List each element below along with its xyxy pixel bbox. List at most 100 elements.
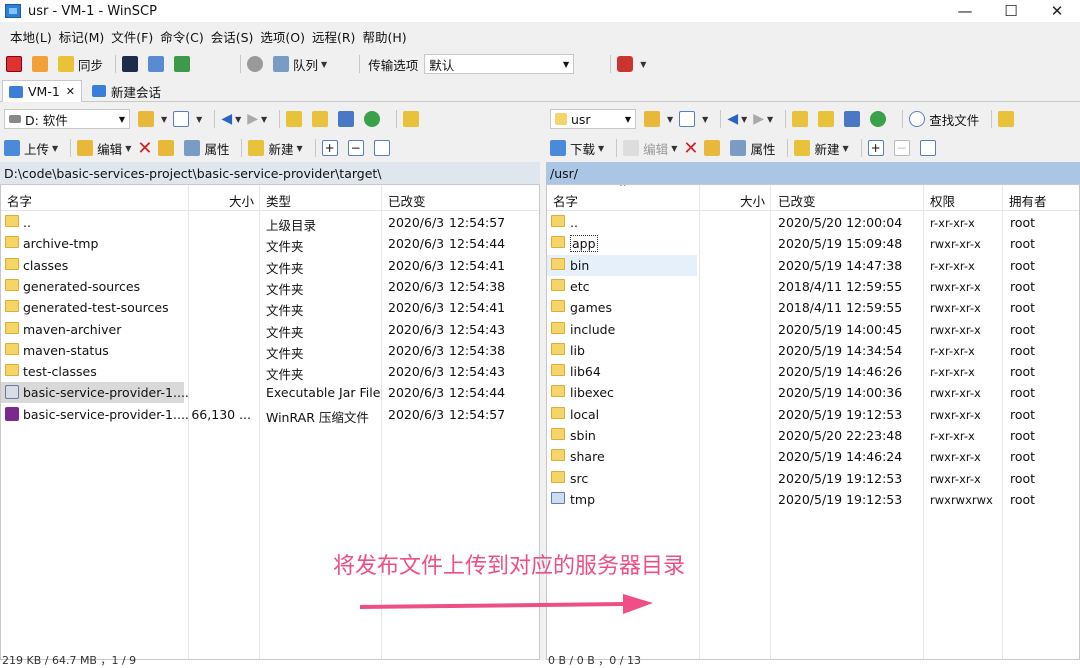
parent-directory-icon[interactable]: [792, 111, 809, 127]
putty-icon[interactable]: [148, 56, 165, 72]
new-button[interactable]: 新建: [268, 139, 293, 158]
delete-icon[interactable]: ✕: [137, 138, 152, 159]
synchronize-browsing-icon[interactable]: [32, 56, 48, 72]
parent-directory-icon[interactable]: [286, 111, 303, 127]
menu-commands[interactable]: 命令(C): [160, 27, 203, 46]
invert-selection-icon[interactable]: [373, 140, 390, 156]
col-changed[interactable]: 已改变: [778, 191, 816, 210]
table-row[interactable]: games 2018/4/11 12:59:55 rwxr-xr-x root: [547, 297, 1079, 318]
maximize-button[interactable]: ☐: [988, 0, 1034, 22]
refresh-icon[interactable]: [870, 111, 887, 127]
properties-button[interactable]: 属性: [204, 139, 229, 158]
close-tab-icon[interactable]: ✕: [66, 85, 75, 98]
rename-icon[interactable]: [704, 140, 721, 156]
upload-button[interactable]: 上传: [24, 139, 49, 158]
compare-icon[interactable]: [6, 56, 22, 72]
table-row[interactable]: maven-status 文件夹 2020/6/3 12:54:38: [1, 340, 539, 361]
menu-local[interactable]: 本地(L): [10, 27, 52, 46]
table-row[interactable]: lib64 2020/5/19 14:46:26 r-xr-xr-x root: [547, 361, 1079, 382]
unselect-icon[interactable]: −: [347, 140, 364, 156]
select-all-icon[interactable]: +: [867, 140, 884, 156]
invert-selection-icon[interactable]: [919, 140, 936, 156]
table-row[interactable]: share 2020/5/19 14:46:24 rwxr-xr-x root: [547, 446, 1079, 467]
col-rights[interactable]: 权限: [930, 191, 955, 210]
forward-icon[interactable]: ▶: [247, 111, 258, 127]
forward-icon[interactable]: ▶: [753, 111, 764, 127]
sync-button[interactable]: 同步: [78, 55, 103, 74]
right-path-bar[interactable]: /usr/: [546, 162, 1080, 184]
root-directory-icon[interactable]: [312, 111, 329, 127]
remote-dir-select[interactable]: usr ▼: [550, 109, 636, 129]
table-row[interactable]: .. 上级目录 2020/6/3 12:54:57: [1, 212, 539, 233]
menu-help[interactable]: 帮助(H): [362, 27, 406, 46]
tree-icon[interactable]: [403, 111, 420, 127]
table-row[interactable]: test-classes 文件夹 2020/6/3 12:54:43: [1, 361, 539, 382]
root-directory-icon[interactable]: [818, 111, 835, 127]
tab-new-session[interactable]: 新建会话: [86, 80, 167, 102]
col-type[interactable]: 类型: [266, 191, 291, 210]
table-row[interactable]: basic-service-provider-1.... 66,130 ... Wi…: [1, 404, 539, 425]
col-size[interactable]: 大小: [740, 191, 765, 210]
menu-options[interactable]: 选项(O): [260, 27, 305, 46]
select-all-icon[interactable]: +: [321, 140, 338, 156]
table-row[interactable]: tmp 2020/5/19 19:12:53 rwxrwxrwx root: [547, 489, 1079, 510]
file-name: games: [570, 300, 612, 316]
terminal-icon[interactable]: [122, 56, 139, 72]
properties-button[interactable]: 属性: [750, 139, 775, 158]
download-button[interactable]: 下载: [570, 139, 595, 158]
edit-button[interactable]: 编辑: [643, 139, 668, 158]
open-folder-icon[interactable]: [644, 111, 660, 127]
col-changed[interactable]: 已改变: [388, 191, 426, 210]
menu-mark[interactable]: 标记(M): [59, 27, 105, 46]
table-row[interactable]: lib 2020/5/19 14:34:54 r-xr-xr-x root: [547, 340, 1079, 361]
refresh-icon[interactable]: [364, 111, 381, 127]
table-row[interactable]: etc 2018/4/11 12:59:55 rwxr-xr-x root: [547, 276, 1079, 297]
file-name: maven-status: [23, 342, 109, 358]
open-folder-icon[interactable]: [138, 111, 154, 127]
home-icon[interactable]: [844, 111, 861, 127]
transfer-settings-select[interactable]: 默认 ▼: [424, 54, 575, 74]
edit-button[interactable]: 编辑: [97, 139, 122, 158]
minimize-button[interactable]: —: [942, 0, 988, 22]
back-icon[interactable]: ◀: [221, 111, 232, 127]
table-row[interactable]: generated-sources 文件夹 2020/6/3 12:54:38: [1, 276, 539, 297]
menu-files[interactable]: 文件(F): [111, 27, 153, 46]
filter-icon[interactable]: [173, 111, 190, 127]
preferences-icon[interactable]: [174, 56, 191, 72]
table-row[interactable]: libexec 2020/5/19 14:00:36 rwxr-xr-x root: [547, 382, 1079, 403]
menu-session[interactable]: 会话(S): [211, 27, 254, 46]
unselect-icon[interactable]: −: [893, 140, 910, 156]
col-name[interactable]: 名字: [553, 191, 578, 210]
col-name[interactable]: 名字: [7, 191, 32, 210]
table-row[interactable]: sbin 2020/5/20 22:23:48 r-xr-xr-x root: [547, 425, 1079, 446]
table-row[interactable]: classes 文件夹 2020/6/3 12:54:41: [1, 255, 539, 276]
table-row[interactable]: app 2020/5/19 15:09:48 rwxr-xr-x root: [547, 233, 1079, 254]
rename-icon[interactable]: [158, 140, 175, 156]
new-button[interactable]: 新建: [814, 139, 839, 158]
table-row[interactable]: maven-archiver 文件夹 2020/6/3 12:54:43: [1, 319, 539, 340]
drive-select[interactable]: D: 软件 ▼: [4, 109, 130, 129]
table-row[interactable]: include 2020/5/19 14:00:45 rwxr-xr-x root: [547, 319, 1079, 340]
close-button[interactable]: ✕: [1034, 0, 1080, 22]
filter-icon[interactable]: [679, 111, 696, 127]
table-row[interactable]: archive-tmp 文件夹 2020/6/3 12:54:44: [1, 233, 539, 254]
table-row[interactable]: basic-service-provider-1....219 KBExecut…: [1, 382, 505, 404]
transfer-queue-icon[interactable]: [617, 56, 634, 72]
delete-icon[interactable]: ✕: [683, 138, 698, 159]
table-row[interactable]: src 2020/5/19 19:12:53 rwxr-xr-x root: [547, 468, 1079, 489]
menu-remote[interactable]: 远程(R): [312, 27, 355, 46]
tab-vm-1[interactable]: VM-1 ✕: [2, 80, 82, 102]
col-size[interactable]: 大小: [229, 191, 254, 210]
gear-icon[interactable]: [247, 56, 264, 72]
queue-button[interactable]: 队列: [293, 55, 318, 74]
table-row[interactable]: bin 2020/5/19 14:47:38 r-xr-xr-x root: [547, 254, 1035, 276]
table-row[interactable]: .. 2020/5/20 12:00:04 r-xr-xr-x root: [547, 212, 1079, 233]
table-row[interactable]: local 2020/5/19 19:12:53 rwxr-xr-x root: [547, 404, 1079, 425]
home-icon[interactable]: [338, 111, 355, 127]
col-owner[interactable]: 拥有者: [1009, 191, 1047, 210]
find-files-button[interactable]: 查找文件: [929, 110, 979, 129]
back-icon[interactable]: ◀: [727, 111, 738, 127]
left-path-bar[interactable]: D:\code\basic-services-project\basic-ser…: [0, 162, 540, 184]
tree-icon[interactable]: [998, 111, 1015, 127]
table-row[interactable]: generated-test-sources 文件夹 2020/6/3 12:54:4…: [1, 297, 539, 318]
